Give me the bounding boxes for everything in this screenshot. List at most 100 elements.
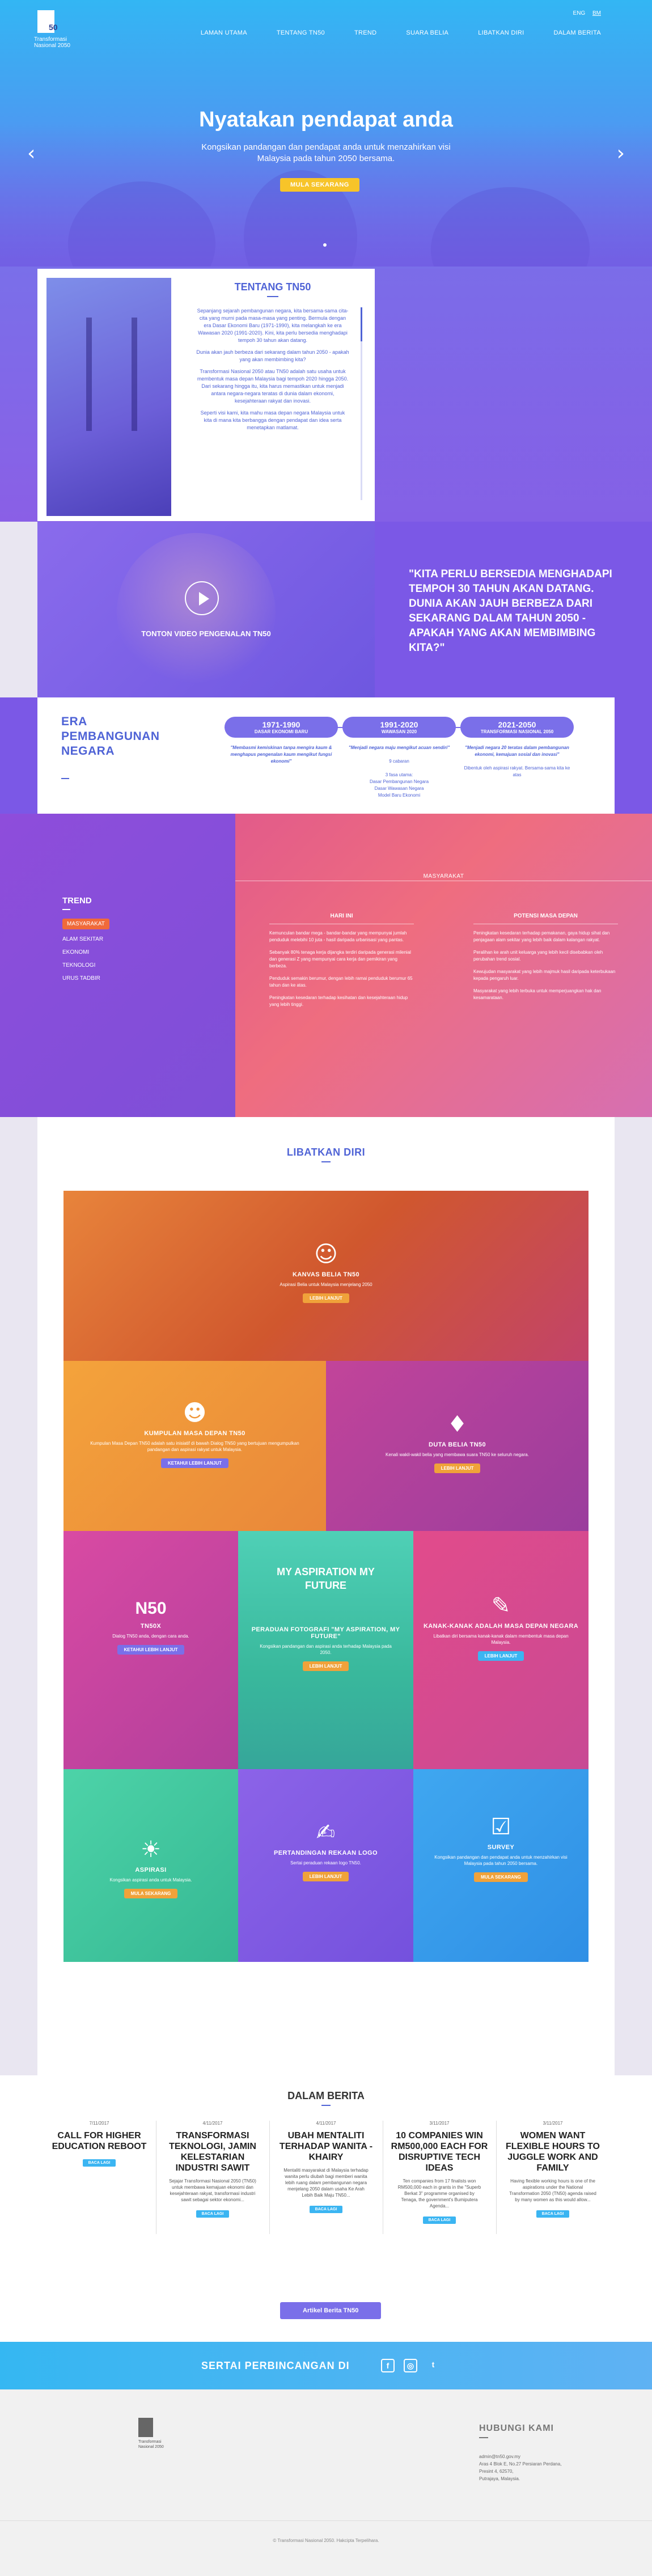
tile-button[interactable]: LEBIH LANJUT: [302, 1872, 349, 1881]
next-arrow-icon[interactable]: ›: [617, 142, 625, 165]
news-excerpt: Mentaliti masyarakat di Malaysia terhada…: [283, 2168, 369, 2198]
era-quote: "Menjadi negara maju mengikut acuan send…: [348, 745, 450, 750]
carousel-dots[interactable]: [323, 239, 329, 249]
lang-bm[interactable]: BM: [592, 10, 601, 16]
read-more-button[interactable]: BACA LAGI: [82, 2159, 116, 2167]
trend-item-teknologi[interactable]: TEKNOLOGI: [62, 962, 109, 968]
hero-title: Nyatakan pendapat anda: [199, 108, 453, 132]
tile-title: KANAK-KANAK ADALAH MASA DEPAN NEGARA: [423, 1623, 579, 1630]
era-years: 1971-1990: [262, 720, 300, 729]
tile-survey[interactable]: ☑ SURVEY Kongsikan pandangan dan pendapa…: [413, 1769, 589, 1962]
tile-duta-belia[interactable]: ♦ DUTA BELIA TN50 Kenali wakil-wakil bel…: [326, 1361, 589, 1531]
aspiration-logo-icon: MY ASPIRATION MY FUTURE: [277, 1566, 375, 1591]
footer-logo-caption: Transformasi Nasional 2050: [138, 2440, 164, 2449]
quote-section: "KITA PERLU BERSEDIA MENGHADAPI TEMPOH 3…: [375, 522, 652, 697]
trend-item-masyarakat[interactable]: MASYARAKAT: [62, 919, 109, 929]
tile-button[interactable]: LEBIH LANJUT: [303, 1293, 349, 1303]
tile-peraduan-fotografi[interactable]: MY ASPIRATION MY FUTURE PERADUAN FOTOGRA…: [238, 1531, 413, 1769]
tile-button[interactable]: LEBIH LANJUT: [477, 1651, 524, 1661]
site-logo[interactable]: 50 Transformasi Nasional 2050: [34, 9, 78, 53]
nav-suara-belia[interactable]: SUARA BELIA: [406, 29, 448, 36]
tile-desc: Kongsikan aspirasi anda untuk Malaysia.: [109, 1877, 192, 1883]
survey-icon: ☑: [490, 1814, 511, 1840]
news-date: 4/11/2017: [202, 2121, 223, 2126]
era-column: 1991-2020 WAWASAN 2020 "Menjadi negara ma…: [342, 717, 456, 799]
contact-divider: [479, 2437, 488, 2438]
prev-arrow-icon[interactable]: ‹: [27, 142, 35, 165]
trend-item-ekonomi[interactable]: EKONOMI: [62, 949, 109, 955]
facebook-icon[interactable]: f: [381, 2359, 395, 2372]
news-headline[interactable]: CALL FOR HIGHER EDUCATION REBOOT: [49, 2130, 150, 2152]
video-section[interactable]: TONTON VIDEO PENGENALAN TN50: [37, 522, 375, 697]
trend-item-alam-sekitar[interactable]: ALAM SEKITAR: [62, 936, 109, 942]
instagram-icon[interactable]: ◎: [404, 2359, 417, 2372]
trend-item-urus-tadbir[interactable]: URUS TADBIR: [62, 975, 109, 982]
language-switcher: ENG BM: [568, 10, 601, 16]
hero-start-button[interactable]: MULA SEKARANG: [280, 178, 359, 192]
tile-kanak-kanak[interactable]: ✎ KANAK-KANAK ADALAH MASA DEPAN NEGARA L…: [413, 1531, 589, 1769]
play-icon[interactable]: [185, 581, 219, 615]
tile-kumpulan-masa-depan[interactable]: ☻ KUMPULAN MASA DEPAN TN50 Kumpulan Masa…: [63, 1361, 326, 1531]
tile-button[interactable]: LEBIH LANJUT: [302, 1661, 349, 1671]
tn50x-icon: N50: [135, 1599, 167, 1618]
tile-button[interactable]: KETAHUI LEBIH LANJUT: [117, 1645, 185, 1655]
scrollbar-thumb[interactable]: [361, 307, 362, 341]
tile-button[interactable]: KETAHUI LEBIH LANJUT: [161, 1458, 228, 1468]
nav-laman-utama[interactable]: LAMAN UTAMA: [201, 29, 247, 36]
news-headline[interactable]: WOMEN WANT FLEXIBLE HOURS TO JUGGLE WORK…: [502, 2130, 603, 2173]
pencil-icon: ✎: [491, 1593, 511, 1619]
crowd-photo: [375, 269, 652, 522]
design-icon: ✍: [316, 1820, 336, 1846]
trend-col-title: HARI INI: [269, 913, 414, 924]
social-text: SERTAI PERBINCANGAN DI: [201, 2360, 350, 2371]
tile-button[interactable]: MULA SEKARANG: [474, 1872, 528, 1882]
more-news-button[interactable]: Artikel Berita TN50: [280, 2302, 382, 2319]
tile-kanvas-belia[interactable]: ☺ KANVAS BELIA TN50 Aspirasi Belia untuk…: [63, 1191, 589, 1361]
news-divider: [321, 2105, 331, 2106]
tile-title: PERTANDINGAN REKAAN LOGO: [274, 1850, 378, 1856]
tile-button[interactable]: LEBIH LANJUT: [434, 1463, 481, 1473]
nav-dalam-berita[interactable]: DALAM BERITA: [554, 29, 601, 36]
twitter-icon[interactable]: t: [426, 2359, 440, 2372]
badge-icon: ♦: [447, 1411, 468, 1437]
read-more-button[interactable]: BACA LAGI: [196, 2210, 230, 2218]
monument-image: [46, 278, 171, 516]
read-more-button[interactable]: BACA LAGI: [536, 2210, 570, 2218]
era-years: 2021-2050: [498, 720, 536, 729]
lang-eng[interactable]: ENG: [573, 10, 586, 16]
about-paragraph: Dunia akan jauh berbeza dari sekarang da…: [196, 349, 349, 362]
trend-point: Peningkatan kesedaran terhadap kesihatan…: [269, 995, 408, 1007]
era-section: ERA PEMBANGUNAN NEGARA 1971-1990 DASAR EK…: [37, 697, 615, 814]
kanvas-icon: ☺: [314, 1241, 338, 1267]
read-more-button[interactable]: BACA LAGI: [309, 2206, 343, 2213]
carousel-dot[interactable]: [323, 243, 327, 247]
tile-aspirasi[interactable]: ☀ ASPIRASI Kongsikan aspirasi anda untuk…: [63, 1769, 238, 1962]
about-paragraph: Seperti visi kami, kita mahu masa depan …: [200, 410, 345, 430]
news-item: 3/11/2017 10 COMPANIES WIN RM500,000 EAC…: [386, 2121, 493, 2224]
nav-trend[interactable]: TREND: [354, 29, 376, 36]
news-separator: [269, 2121, 270, 2234]
news-excerpt: Ten companies from 17 finalists won RM50…: [397, 2179, 481, 2209]
footer-logo[interactable]: Transformasi Nasional 2050: [138, 2418, 167, 2452]
read-more-button[interactable]: BACA LAGI: [422, 2217, 456, 2224]
tile-tn50x[interactable]: N50 TN50X Dialog TN50 anda, dengan cara …: [63, 1531, 238, 1769]
era-title: ERA PEMBANGUNAN NEGARA: [61, 715, 160, 758]
trend-content: MASYARAKAT HARI INI Kemunculan bandar me…: [235, 814, 652, 1117]
tile-button[interactable]: MULA SEKARANG: [124, 1889, 178, 1898]
nav-tentang[interactable]: TENTANG TN50: [277, 29, 325, 36]
news-date: 3/11/2017: [429, 2121, 450, 2126]
nav-libatkan-diri[interactable]: LIBATKAN DIRI: [478, 29, 524, 36]
news-item: 4/11/2017 UBAH MENTALITI TERHADAP WANITA…: [272, 2121, 380, 2213]
tile-desc: Kenali wakil-wakil belia yang membawa su…: [386, 1452, 529, 1457]
libatkan-diri-section: LIBATKAN DIRI ☺ KANVAS BELIA TN50 Aspira…: [37, 1117, 615, 2075]
about-scrollbar[interactable]: [361, 307, 362, 500]
news-headline[interactable]: UBAH MENTALITI TERHADAP WANITA - KHAIRY: [276, 2130, 376, 2163]
hero-banner: 50 Transformasi Nasional 2050 ENG BM LAM…: [0, 0, 652, 267]
trend-col-title: POTENSI MASA DEPAN: [473, 913, 618, 924]
news-excerpt: Sejajar Transformasi Nasional 2050 (TN50…: [169, 2179, 256, 2202]
trend-point: Kewujudan masyarakat yang lebih majmuk h…: [473, 969, 616, 981]
tile-rekaan-logo[interactable]: ✍ PERTANDINGAN REKAAN LOGO Sertai peradu…: [238, 1769, 413, 1962]
news-headline[interactable]: TRANSFORMASI TEKNOLOGI, JAMIN KELESTARIA…: [162, 2130, 263, 2173]
news-headline[interactable]: 10 COMPANIES WIN RM500,000 EACH FOR DISR…: [389, 2130, 490, 2173]
trend-column-today: HARI INI Kemunculan bandar mega - bandar…: [269, 913, 414, 1014]
